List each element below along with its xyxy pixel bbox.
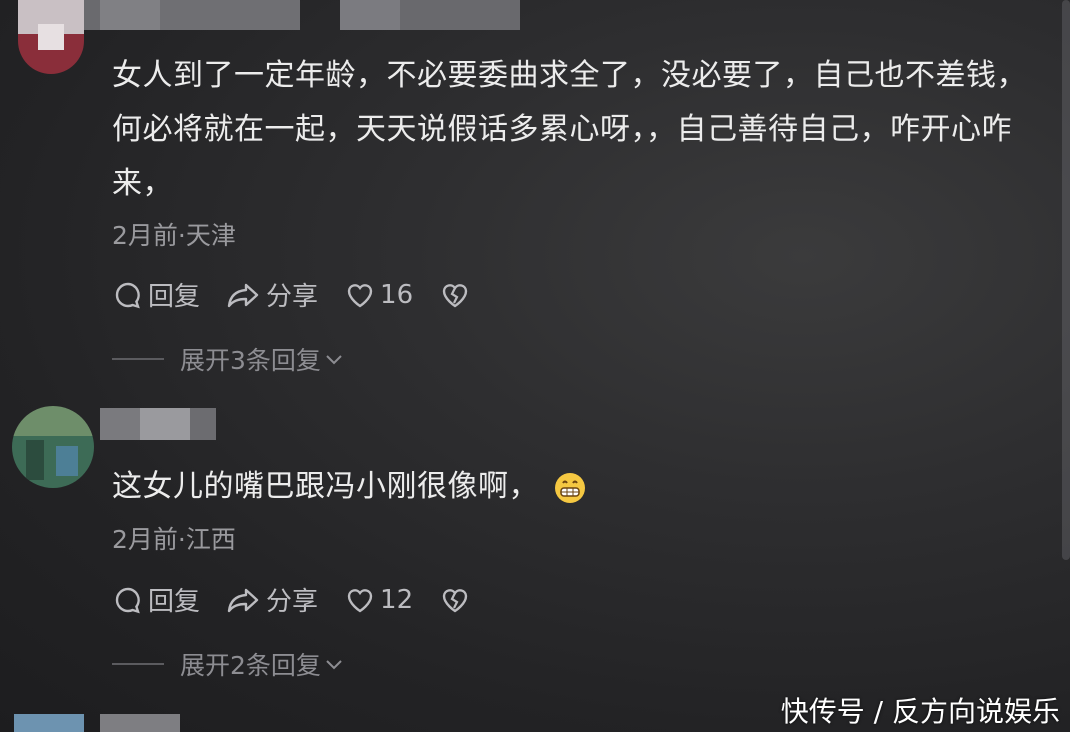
broken-heart-icon: [442, 283, 468, 307]
comment-meta: 2月前·天津: [112, 221, 236, 250]
broken-heart-icon: [442, 588, 468, 612]
comment-actions: 回复 分享 12: [112, 581, 501, 618]
reply-button[interactable]: 回复: [112, 276, 200, 313]
comment-meta: 2月前·江西: [112, 525, 236, 554]
dislike-button[interactable]: [439, 584, 475, 616]
comment-actions: 回复 分享 16: [112, 276, 501, 313]
watermark: 快传号 / 反方向说娱乐: [780, 695, 1060, 728]
share-label: 分享: [266, 282, 319, 312]
like-count: 12: [380, 584, 414, 615]
comment-bubble-icon: [115, 587, 140, 613]
share-label: 分享: [266, 587, 319, 617]
avatar[interactable]: [18, 0, 84, 74]
like-button[interactable]: 12: [344, 584, 413, 616]
expand-replies-button[interactable]: 展开3条回复: [112, 341, 345, 377]
heart-icon: [347, 283, 373, 307]
like-button[interactable]: 16: [344, 279, 413, 311]
avatar[interactable]: [12, 406, 94, 488]
comment-text-content: 这女儿的嘴巴跟冯小刚很像啊，: [112, 469, 539, 504]
blurred-username: [100, 408, 220, 442]
share-arrow-icon: [227, 283, 259, 307]
reply-label: 回复: [148, 282, 201, 312]
expand-replies-button[interactable]: 展开2条回复: [112, 646, 345, 682]
like-count: 16: [380, 279, 414, 310]
share-arrow-icon: [227, 588, 259, 612]
scrollbar[interactable]: [1062, 0, 1070, 560]
comment-text: 女人到了一定年龄，不必要委曲求全了，没必要了，自己也不差钱，何必将就在一起，天天…: [112, 58, 1027, 201]
share-button[interactable]: 分享: [226, 581, 318, 618]
heart-icon: [347, 588, 373, 612]
expand-replies-label: 展开2条回复: [180, 651, 321, 680]
comment-bubble-icon: [115, 282, 140, 308]
chevron-down-icon: [326, 660, 342, 670]
reply-button[interactable]: 回复: [112, 581, 200, 618]
grinning-teeth-emoji-icon: [555, 472, 585, 503]
divider-line: [112, 358, 164, 360]
comment-text: 这女儿的嘴巴跟冯小刚很像啊，: [112, 460, 1042, 514]
share-button[interactable]: 分享: [226, 276, 318, 313]
reply-label: 回复: [148, 587, 201, 617]
blurred-next-comment: [0, 714, 200, 732]
expand-replies-label: 展开3条回复: [180, 346, 321, 375]
chevron-down-icon: [326, 355, 342, 365]
dislike-button[interactable]: [439, 279, 475, 311]
divider-line: [112, 663, 164, 665]
